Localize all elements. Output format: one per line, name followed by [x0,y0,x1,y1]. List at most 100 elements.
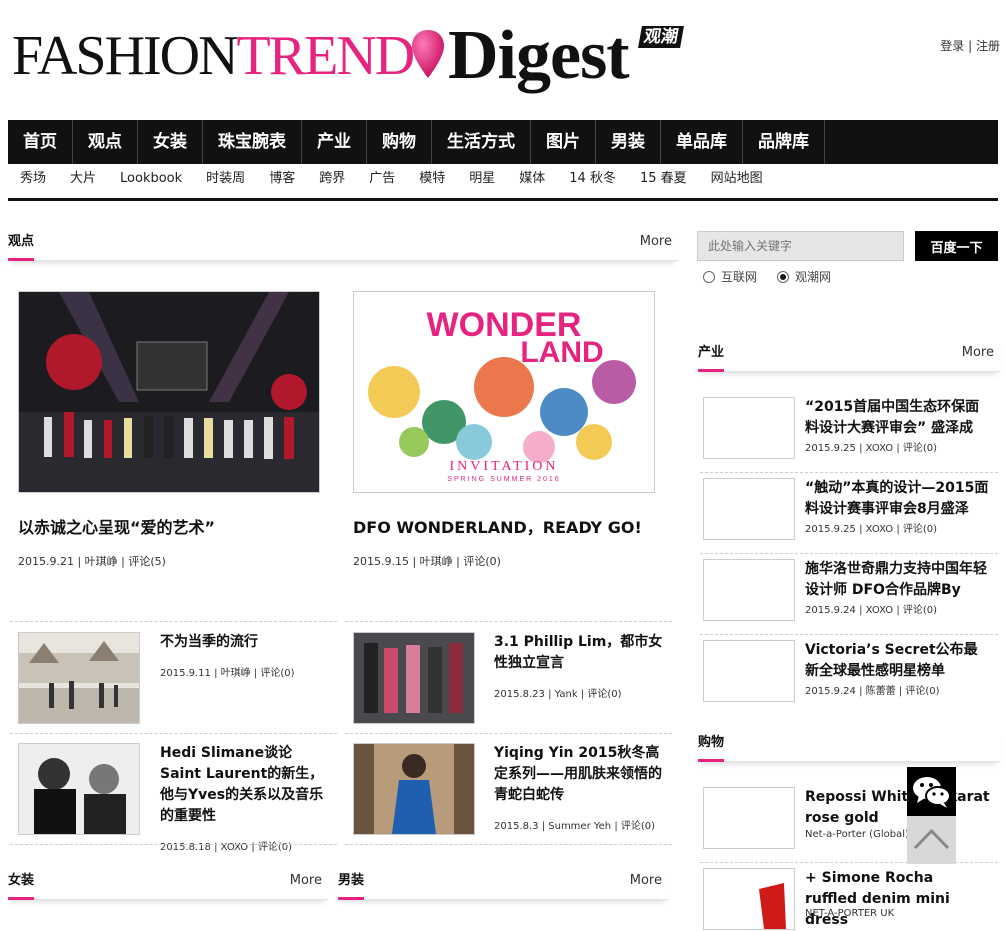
login-link[interactable]: 登录 [940,39,964,53]
feature-image-wonderland[interactable]: WONDER LAND INVITATION SPRING SUMMER 201… [353,291,655,493]
runway-photo [354,633,474,723]
item-title[interactable]: 施华洛世奇鼎力支持中国年轻设计师 DFO合作品牌By [805,559,990,601]
subnav-item-fashion-week[interactable]: 时装周 [194,166,257,198]
bw-portrait-photo [19,744,139,834]
logo-wordmark: FASHIONTREND [12,25,415,87]
sub-nav: 秀场 大片 Lookbook 时装周 博客 跨界 广告 模特 明星 媒体 14 … [8,166,998,201]
site-logo[interactable]: FASHIONTREND Digest 观潮 [10,18,700,102]
logo-digest: Digest [448,17,630,94]
item-thumbnail[interactable] [703,397,795,459]
red-dress-thumb [704,869,794,929]
more-link[interactable]: More [962,345,994,360]
subnav-item-ads[interactable]: 广告 [357,166,407,198]
article-meta: 2015.8.23 | Yank | 评论(0) [494,689,622,700]
feature-meta: 2015.9.15 | 叶琪峥 | 评论(0) [353,555,501,568]
search-input[interactable] [697,231,904,261]
article-meta: 2015.8.18 | XOXO | 评论(0) [160,842,293,853]
item-meta: 2015.9.25 | XOXO | 评论(0) [805,524,938,535]
article-title[interactable]: 不为当季的流行 [160,632,330,653]
subnav-item-media[interactable]: 媒体 [507,166,557,198]
nav-item-shopping[interactable]: 购物 [367,120,432,164]
item-meta: 2015.9.24 | 陈蕾蕾 | 评论(0) [805,686,940,697]
nav-item-industry[interactable]: 产业 [302,120,367,164]
nav-item-brands[interactable]: 品牌库 [743,120,825,164]
subnav-item-lookbook[interactable]: Lookbook [108,166,194,198]
main-nav: 首页 观点 女装 珠宝腕表 产业 购物 生活方式 图片 男装 单品库 品牌库 [8,120,998,164]
wonderland-poster: WONDER LAND INVITATION SPRING SUMMER 201… [354,292,654,492]
subnav-item-models[interactable]: 模特 [407,166,457,198]
item-thumbnail[interactable] [703,478,795,540]
subnav-item-runway[interactable]: 秀场 [8,166,58,198]
item-title[interactable]: + Simone Rocha ruffled denim mini dress [805,868,990,931]
subnav-item-blog[interactable]: 博客 [257,166,307,198]
section-header-shopping: 购物 [698,733,1000,762]
auth-links: 登录 | 注册 [940,37,1000,54]
stage-photo [19,292,319,492]
more-link[interactable]: More [290,873,322,888]
section-title: 产业 [698,343,725,372]
divider [700,553,998,554]
poster-text-season: SPRING SUMMER 2016 [447,476,560,483]
wechat-button[interactable] [907,767,956,816]
nav-item-photos[interactable]: 图片 [531,120,596,164]
radio-internet[interactable] [703,270,715,283]
section-title: 购物 [698,733,725,762]
map-pin-icon [412,30,444,78]
article-meta: 2015.9.11 | 叶琪峥 | 评论(0) [160,668,295,679]
radio-site[interactable] [777,270,790,283]
nav-item-lifestyle[interactable]: 生活方式 [432,120,531,164]
feature-title[interactable]: DFO WONDERLAND，READY GO! [353,514,673,538]
feature-title[interactable]: 以赤诚之心呈现“爱的艺术” [18,514,338,538]
subnav-item-ss15[interactable]: 15 春夏 [628,166,699,198]
back-to-top-button[interactable] [907,816,956,864]
nav-item-opinion[interactable]: 观点 [73,120,138,164]
item-meta: Net-a-Porter (Global) [805,829,909,840]
section-header-industry: 产业 More [698,343,1000,372]
item-meta: 2015.9.25 | XOXO | 评论(0) [805,443,938,454]
register-link[interactable]: 注册 [976,39,1000,53]
search-scope: 互联网 观潮网 [703,268,831,285]
radio-label: 观潮网 [795,270,832,284]
article-thumbnail[interactable] [353,743,475,835]
divider [345,733,672,734]
divider [700,634,998,635]
poster-text-invitation: INVITATION [450,459,559,474]
divider [10,844,337,845]
nav-item-jewelry[interactable]: 珠宝腕表 [203,120,302,164]
feature-meta: 2015.9.21 | 叶琪峥 | 评论(5) [18,555,166,568]
feature-image-stage[interactable] [18,291,320,493]
subnav-item-fw14[interactable]: 14 秋冬 [557,166,628,198]
divider [10,733,337,734]
auth-separator: | [968,39,973,53]
item-title[interactable]: “触动”本真的设计—2015面料设计赛事评审会8月盛泽 [805,478,990,520]
more-link[interactable]: More [640,234,672,249]
subnav-item-editorial[interactable]: 大片 [58,166,108,198]
item-thumbnail[interactable] [703,640,795,702]
subnav-item-sitemap[interactable]: 网站地图 [699,166,775,198]
nav-item-home[interactable]: 首页 [8,120,73,164]
item-thumbnail[interactable] [703,868,795,930]
nav-item-womenswear[interactable]: 女装 [138,120,203,164]
article-title[interactable]: Hedi Slimane谈论Saint Laurent的新生，他与Yves的关系… [160,743,330,827]
blue-dress-photo [354,744,474,834]
item-title[interactable]: Victoria’s Secret公布最新全球最性感明星榜单 [805,640,990,682]
item-title[interactable]: “2015首届中国生态环保面料设计大赛评审会” 盛泽成 [805,397,990,439]
subnav-item-celebrities[interactable]: 明星 [457,166,507,198]
nav-item-items[interactable]: 单品库 [661,120,743,164]
item-title[interactable]: Repossi White 18-karat rose gold [805,787,990,829]
item-thumbnail[interactable] [703,559,795,621]
article-thumbnail[interactable] [18,632,140,724]
nav-item-menswear[interactable]: 男装 [596,120,661,164]
section-header-womenswear: 女装 More [8,871,328,900]
search-button[interactable]: 百度一下 [915,231,998,261]
article-title[interactable]: 3.1 Phillip Lim，都市女性独立宣言 [494,632,664,674]
article-title[interactable]: Yiqing Yin 2015秋冬高定系列——用肌肤来领悟的青蛇白蛇传 [494,743,664,806]
article-thumbnail[interactable] [353,632,475,724]
item-thumbnail[interactable] [703,787,795,849]
subnav-item-crossover[interactable]: 跨界 [307,166,357,198]
article-thumbnail[interactable] [18,743,140,835]
poster-text-land: LAND [520,336,603,369]
section-title: 观点 [8,232,35,261]
section-title: 男装 [338,871,365,900]
more-link[interactable]: More [630,873,662,888]
